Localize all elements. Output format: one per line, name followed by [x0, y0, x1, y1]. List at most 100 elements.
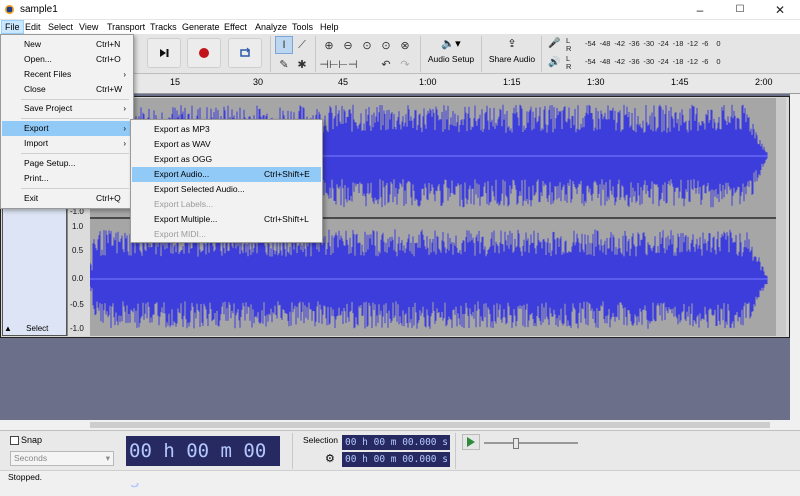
- zoom-out-icon[interactable]: ⊖: [339, 36, 357, 54]
- undo-icon[interactable]: ↶: [377, 55, 395, 73]
- minimize-button[interactable]: –: [680, 0, 720, 20]
- menu-separator: [21, 99, 129, 100]
- fit-project-icon[interactable]: ⊙: [377, 36, 395, 54]
- meter-tick-label: -54: [585, 39, 596, 48]
- vertical-scrollbar[interactable]: [790, 94, 800, 422]
- time-display[interactable]: 00 h 00 m 00 s: [126, 436, 280, 492]
- meter-tick-label: -42: [614, 39, 626, 48]
- meter-channel-r: R: [566, 44, 572, 53]
- skip-to-end-button[interactable]: [147, 38, 181, 68]
- menu-tracks[interactable]: Tracks: [147, 20, 180, 34]
- scale-label: 1.0: [72, 222, 84, 231]
- menu-view[interactable]: View: [76, 20, 101, 34]
- menu-effect[interactable]: Effect: [221, 20, 250, 34]
- share-audio-button[interactable]: ⇪ Share Audio: [486, 37, 538, 71]
- menu-item-export-selected-audio[interactable]: Export Selected Audio...: [132, 182, 321, 197]
- menu-item-export-mp3[interactable]: Export as MP3: [132, 122, 321, 137]
- menu-file[interactable]: File: [1, 20, 24, 34]
- selection-start-field[interactable]: 00 h 00 m 00.000 s: [342, 435, 450, 450]
- close-button[interactable]: ✕: [760, 0, 800, 20]
- share-icon: ⇪: [507, 38, 517, 50]
- scale-label: -1.0: [70, 324, 84, 333]
- submenu-arrow-icon: ›: [123, 104, 126, 113]
- snap-unit-select[interactable]: Seconds ▾: [10, 451, 114, 466]
- menu-item-exit[interactable]: Exit Ctrl+Q: [2, 191, 132, 206]
- toolbar-separator: [270, 36, 271, 72]
- status-text: Stopped.: [8, 472, 43, 482]
- multi-tool-icon[interactable]: ✱: [293, 55, 311, 73]
- meter-tick-label: -12: [687, 57, 699, 66]
- menu-item-import[interactable]: Import ›: [2, 136, 132, 151]
- play-speed-slider[interactable]: [484, 436, 580, 450]
- horizontal-scrollbar[interactable]: [0, 420, 800, 430]
- chevron-down-icon: ▾: [105, 453, 110, 463]
- toolbar-separator: [315, 36, 316, 72]
- ruler-tick-label: 15: [170, 77, 181, 87]
- ruler-tick-label: 45: [338, 77, 349, 87]
- menu-item-export-wav[interactable]: Export as WAV: [132, 137, 321, 152]
- ruler-tick-label: 1:45: [671, 77, 689, 87]
- playback-meter[interactable]: -54 -48 -42 -36 -30 -24 -18 -12 -6 0: [583, 57, 735, 69]
- menu-transport[interactable]: Transport: [104, 20, 148, 34]
- snap-unit-value: Seconds: [14, 453, 48, 463]
- trim-audio-icon[interactable]: ⊣⊢: [319, 55, 338, 73]
- record-icon: [199, 48, 209, 58]
- record-meter[interactable]: -54 -48 -42 -36 -30 -24 -18 -12 -6 0: [583, 39, 735, 51]
- meter-tick-label: -24: [658, 39, 669, 48]
- toolbar-separator: [420, 36, 421, 72]
- menu-item-page-setup[interactable]: Page Setup...: [2, 156, 132, 171]
- menu-item-export[interactable]: Export ›: [2, 121, 132, 136]
- status-bar: Stopped.: [0, 470, 800, 483]
- meter-tick-label: 0: [716, 57, 721, 66]
- redo-icon[interactable]: ↷: [396, 55, 414, 73]
- menu-item-export-ogg[interactable]: Export as OGG: [132, 152, 321, 167]
- audio-setup-button[interactable]: 🔈▾ Audio Setup: [424, 37, 478, 71]
- fit-selection-icon[interactable]: ⊙: [358, 36, 376, 54]
- meter-tick-label: -48: [599, 57, 611, 66]
- track-right-edge: [776, 98, 786, 336]
- track-select-button[interactable]: ▲ Select: [4, 324, 64, 335]
- slider-thumb[interactable]: [513, 438, 519, 449]
- maximize-button[interactable]: ☐: [720, 0, 760, 20]
- menu-item-new[interactable]: New Ctrl+N: [2, 37, 132, 52]
- menu-item-export-multiple[interactable]: Export Multiple... Ctrl+Shift+L: [132, 212, 321, 227]
- snap-checkbox[interactable]: [10, 436, 19, 445]
- play-at-speed-button[interactable]: [462, 434, 480, 450]
- envelope-tool-icon[interactable]: ⟋: [293, 36, 311, 54]
- menu-item-open[interactable]: Open... Ctrl+O: [2, 52, 132, 67]
- selection-tool-icon[interactable]: I: [275, 36, 293, 54]
- menu-edit[interactable]: Edit: [22, 20, 44, 34]
- window-title: sample1: [20, 4, 58, 15]
- menu-item-recent-files[interactable]: Recent Files ›: [2, 67, 132, 82]
- selection-end-field[interactable]: 00 h 00 m 00.000 s: [342, 452, 450, 467]
- record-button[interactable]: [187, 38, 221, 68]
- menu-tools[interactable]: Tools: [289, 20, 316, 34]
- meter-tick-label: -30: [643, 39, 655, 48]
- export-submenu: Export as MP3 Export as WAV Export as OG…: [130, 119, 323, 243]
- scale-label: -0.5: [70, 300, 84, 309]
- settings-gear-icon[interactable]: ⚙: [325, 452, 335, 465]
- audio-setup-label: Audio Setup: [427, 54, 475, 64]
- loop-button[interactable]: [228, 38, 262, 68]
- submenu-arrow-icon: ›: [123, 139, 126, 148]
- audacity-logo-icon: [4, 4, 15, 15]
- menu-item-close[interactable]: Close Ctrl+W: [2, 82, 132, 97]
- menu-item-print[interactable]: Print...: [2, 171, 132, 186]
- scroll-thumb[interactable]: [90, 422, 770, 428]
- playback-speaker-icon[interactable]: 🔊: [548, 57, 560, 68]
- ruler-tick-label: 1:30: [587, 77, 605, 87]
- menu-item-save-project[interactable]: Save Project ›: [2, 101, 132, 116]
- menu-select[interactable]: Select: [45, 20, 76, 34]
- draw-tool-icon[interactable]: ✎: [275, 55, 293, 73]
- menu-item-export-audio[interactable]: Export Audio... Ctrl+Shift+E: [132, 167, 321, 182]
- menu-generate[interactable]: Generate: [179, 20, 223, 34]
- menu-separator: [21, 153, 129, 154]
- microphone-icon[interactable]: 🎤: [548, 38, 560, 49]
- zoom-in-icon[interactable]: ⊕: [320, 36, 338, 54]
- ruler-tick-label: 1:15: [503, 77, 521, 87]
- silence-audio-icon[interactable]: ⊢⊣: [338, 55, 357, 73]
- ruler-tick-label: 30: [253, 77, 264, 87]
- zoom-toggle-icon[interactable]: ⊗: [396, 36, 414, 54]
- menu-help[interactable]: Help: [317, 20, 342, 34]
- menu-analyze[interactable]: Analyze: [252, 20, 290, 34]
